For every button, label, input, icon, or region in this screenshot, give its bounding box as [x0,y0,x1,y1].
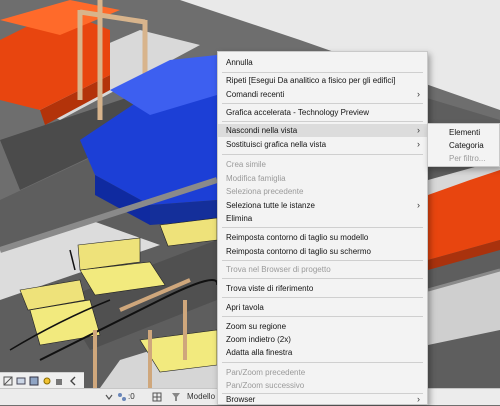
menu-separator [222,121,423,122]
context-menu: Annulla Ripeti [Esegui Da analitico a fi… [217,51,428,405]
menu-item-trova-browser: Trova nel Browser di progetto [218,263,427,276]
menu-item-label: Nascondi nella vista [226,126,298,135]
menu-item-label: Sostituisci grafica nella vista [226,140,327,149]
filter-icon[interactable] [171,392,181,402]
menu-separator [222,260,423,261]
menu-item-seleziona-precedente: Seleziona precedente [218,185,427,198]
sun-icon[interactable] [42,376,52,386]
menu-item-label: Adatta alla finestra [226,348,293,357]
menu-item-trova-viste-riferimento[interactable]: Trova viste di riferimento [218,282,427,295]
submenu-item-per-filtro: Per filtro... [428,152,499,165]
active-view-label[interactable]: Modello [187,392,215,401]
menu-item-comandi-recenti[interactable]: Comandi recenti › [218,88,427,101]
detail-level-icon[interactable] [16,376,26,386]
menu-item-pan-zoom-successivo: Pan/Zoom successivo [218,379,427,392]
menu-item-pan-zoom-precedente: Pan/Zoom precedente [218,366,427,379]
menu-item-label: Per filtro... [449,154,486,163]
selection-counter: :0 [128,392,135,401]
menu-item-label: Seleziona tutte le istanze [226,201,315,210]
grid-icon[interactable] [152,392,162,402]
menu-item-label: Elimina [226,214,253,223]
menu-item-label: Crea simile [226,160,267,169]
submenu-arrow-icon: › [417,394,420,404]
visual-style-icon[interactable] [29,376,39,386]
menu-item-annulla[interactable]: Annulla [218,56,427,69]
menu-item-label: Elementi [449,128,481,137]
menu-item-reimposta-contorno-schermo[interactable]: Reimposta contorno di taglio su schermo [218,245,427,258]
submenu-nascondi: Elementi Categoria Per filtro... [427,123,500,167]
submenu-item-categoria[interactable]: Categoria [428,139,499,152]
menu-item-label: Zoom su regione [226,322,287,331]
submenu-arrow-icon: › [417,200,420,210]
menu-separator [222,278,423,279]
menu-item-label: Categoria [449,141,484,150]
menu-item-sostituisci-grafica[interactable]: Sostituisci grafica nella vista › [218,138,427,151]
submenu-arrow-icon: › [417,89,420,99]
submenu-arrow-icon: › [417,139,420,149]
menu-item-grafica-accelerata[interactable]: Grafica accelerata - Technology Preview [218,106,427,119]
menu-item-reimposta-contorno-modello[interactable]: Reimposta contorno di taglio su modello [218,231,427,244]
menu-item-label: Ripeti [Esegui Da analitico a fisico per… [226,76,396,85]
menu-item-label: Pan/Zoom successivo [226,381,305,390]
menu-item-label: Pan/Zoom precedente [226,368,306,377]
menu-item-elimina[interactable]: Elimina [218,212,427,225]
submenu-arrow-icon: › [417,125,420,135]
menu-item-nascondi-nella-vista[interactable]: Nascondi nella vista › [218,124,427,137]
worksets-icon[interactable] [117,392,127,402]
menu-item-label: Annulla [226,58,253,67]
shadows-icon[interactable] [55,376,65,386]
menu-separator [222,103,423,104]
menu-item-label: Grafica accelerata - Technology Preview [226,108,370,117]
menu-separator [222,154,423,155]
menu-item-label: Zoom indietro (2x) [226,335,291,344]
menu-item-zoom-regione[interactable]: Zoom su regione [218,320,427,333]
menu-item-label: Trova nel Browser di progetto [226,265,331,274]
view-control-bar [0,372,84,388]
arrow-down-icon[interactable] [104,392,114,402]
submenu-item-elementi[interactable]: Elementi [428,126,499,139]
menu-item-label: Seleziona precedente [226,187,304,196]
collapse-arrow-icon[interactable] [68,376,78,386]
menu-separator [222,72,423,73]
menu-item-label: Reimposta contorno di taglio su schermo [226,247,371,256]
menu-item-seleziona-tutte-istanze[interactable]: Seleziona tutte le istanze › [218,199,427,212]
menu-item-crea-simile: Crea simile [218,158,427,171]
menu-item-zoom-indietro[interactable]: Zoom indietro (2x) [218,333,427,346]
scale-icon[interactable] [3,376,13,386]
menu-item-label: Apri tavola [226,303,264,312]
menu-separator [222,362,423,363]
menu-item-label: Trova viste di riferimento [226,284,314,293]
menu-separator [222,227,423,228]
menu-item-label: Reimposta contorno di taglio su modello [226,233,369,242]
menu-item-apri-tavola[interactable]: Apri tavola [218,301,427,314]
menu-item-ripeti[interactable]: Ripeti [Esegui Da analitico a fisico per… [218,74,427,87]
menu-item-label: Comandi recenti [226,90,285,99]
menu-separator [222,316,423,317]
menu-item-modifica-famiglia: Modifica famiglia [218,172,427,185]
menu-separator [222,297,423,298]
menu-item-browser[interactable]: Browser › [218,393,427,406]
menu-item-adatta-finestra[interactable]: Adatta alla finestra [218,346,427,359]
menu-item-label: Browser [226,395,256,404]
menu-item-label: Modifica famiglia [226,174,286,183]
